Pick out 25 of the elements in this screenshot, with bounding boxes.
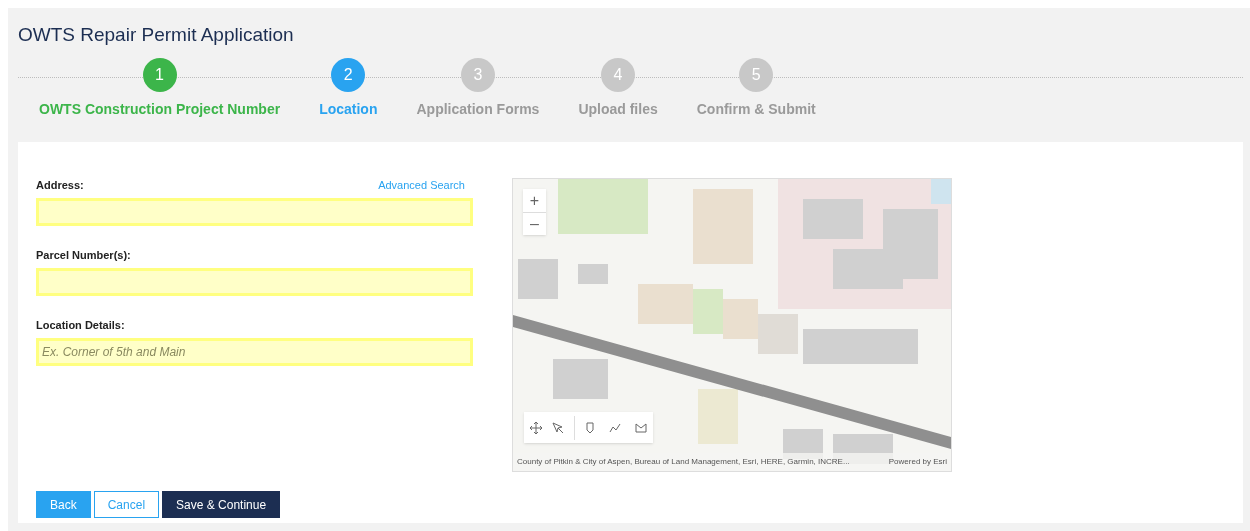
step-label: OWTS Construction Project Number [39,100,281,119]
text-field[interactable]: Ex. Corner of 5th and Main [36,338,473,366]
step-label: Location [319,100,378,119]
polyline-icon[interactable] [609,422,621,433]
step-label: Upload files [578,100,658,119]
advanced-search-link[interactable]: Advanced Search [378,176,465,194]
polygon-icon[interactable] [635,422,647,433]
step-number: 2 [331,58,366,92]
map-attribution: County of Pitkin & City of Aspen, Bureau of Land Management, Esri, HERE, Garmin, INCRE... [517,456,850,468]
pointer-icon[interactable] [552,421,564,434]
field-label: Parcel Number(s): [36,247,131,263]
move-icon[interactable] [530,421,542,434]
page-title: OWTS Repair Permit Application [18,23,295,47]
text-field[interactable] [36,268,473,296]
step-label: Application Forms [416,100,540,119]
field-label: Address: [36,177,84,193]
zoom-in-button[interactable]: + [523,189,546,212]
field-label: Location Details: [36,317,125,333]
zoom-out-button[interactable]: – [523,212,546,235]
pin-icon[interactable] [585,421,595,434]
step-label: Confirm & Submit [696,100,816,119]
text-field[interactable] [36,198,473,226]
form-button[interactable]: Save & Continue [162,491,281,518]
step-number: 1 [142,58,177,92]
powered-by-text[interactable]: Powered by Esri [888,456,947,468]
